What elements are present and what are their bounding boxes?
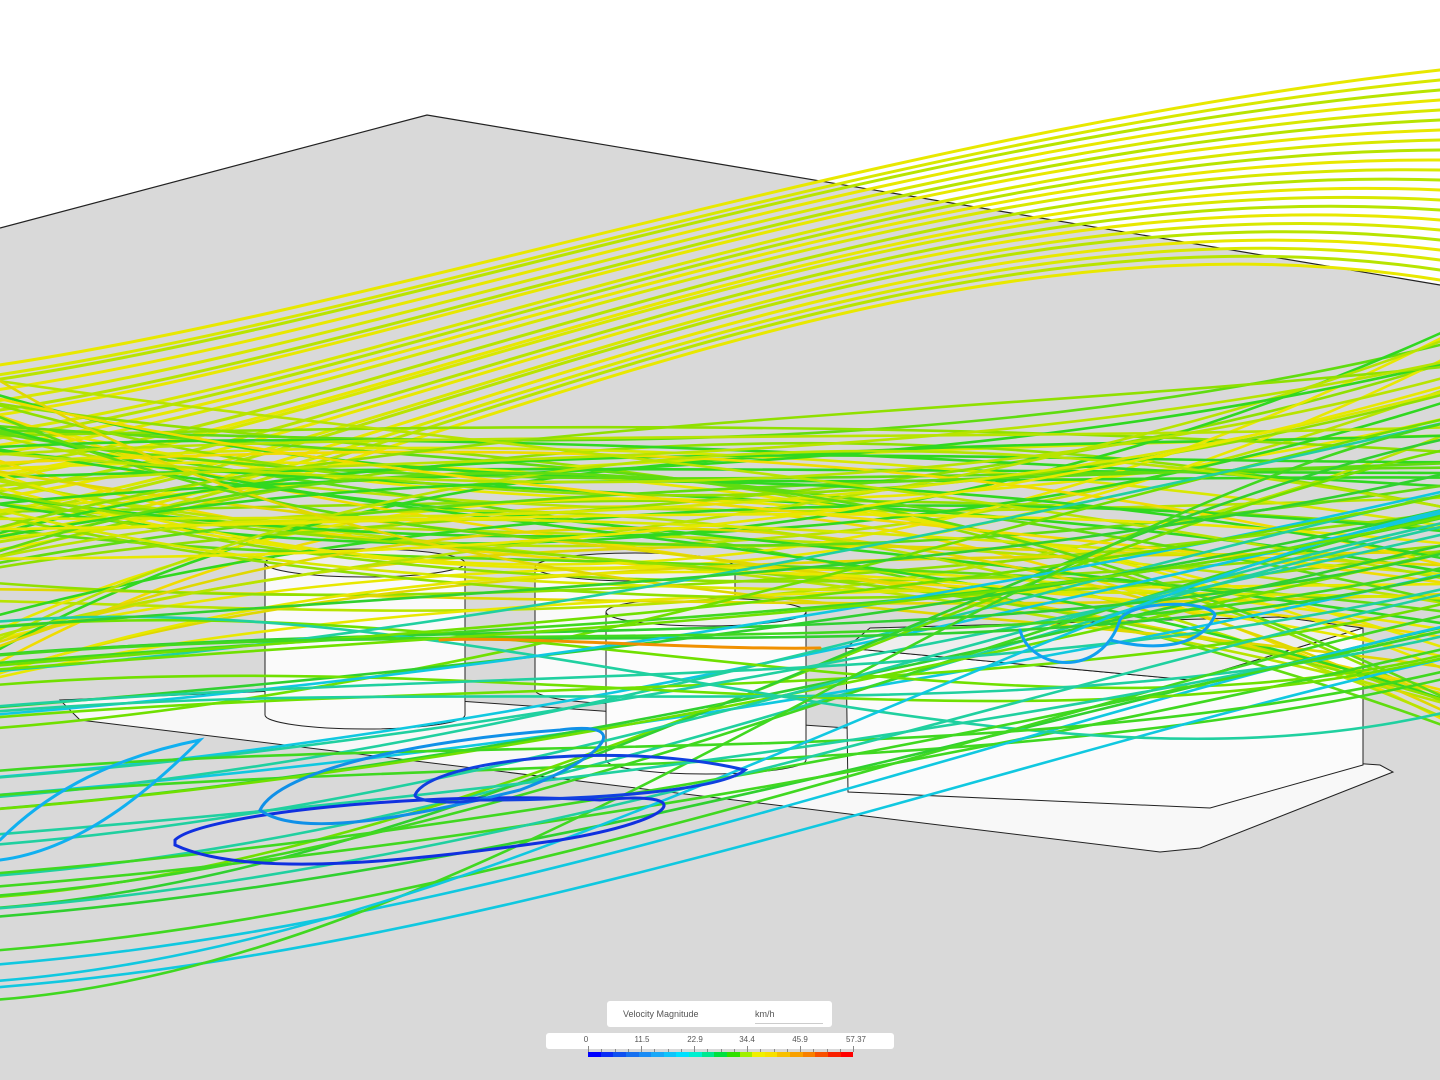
- legend-title: Velocity Magnitude: [623, 1009, 699, 1019]
- color-bar-segment: [726, 1052, 740, 1057]
- legend-tick-label: 57.37: [845, 1035, 867, 1044]
- color-bar-segment: [701, 1052, 715, 1057]
- color-bar-segment: [714, 1052, 727, 1057]
- legend-color-bar: [588, 1052, 854, 1057]
- legend-tick-label: 45.9: [792, 1035, 808, 1044]
- legend-tick-label: 34.4: [739, 1035, 755, 1044]
- color-bar-segment: [752, 1052, 765, 1057]
- legend-tick: [853, 1046, 854, 1052]
- color-bar-segment: [613, 1052, 626, 1057]
- color-bar-segment: [676, 1052, 689, 1057]
- color-bar-segment: [600, 1052, 614, 1057]
- color-bar-segment: [651, 1052, 664, 1057]
- color-bar-segment: [689, 1052, 702, 1057]
- color-bar-segment: [739, 1052, 753, 1057]
- color-bar-segment: [827, 1052, 841, 1057]
- 3d-viewport[interactable]: [0, 0, 1440, 1080]
- legend-title-box: Velocity Magnitude km/h: [607, 1001, 832, 1027]
- color-bar-segment: [815, 1052, 828, 1057]
- legend-tick-label: 11.5: [634, 1035, 650, 1044]
- color-bar-segment: [588, 1052, 601, 1057]
- legend-tick-label: 0: [583, 1035, 589, 1044]
- color-bar-segment: [777, 1052, 790, 1057]
- color-bar-segment: [663, 1052, 677, 1057]
- color-bar-segment: [764, 1052, 778, 1057]
- color-bar-segment: [790, 1052, 803, 1057]
- legend-tick-label: 22.9: [687, 1035, 703, 1044]
- color-bar-segment: [802, 1052, 816, 1057]
- color-bar-segment: [840, 1052, 854, 1057]
- color-bar-segment: [638, 1052, 652, 1057]
- color-bar-segment: [625, 1052, 639, 1057]
- legend-unit: km/h: [755, 1009, 823, 1024]
